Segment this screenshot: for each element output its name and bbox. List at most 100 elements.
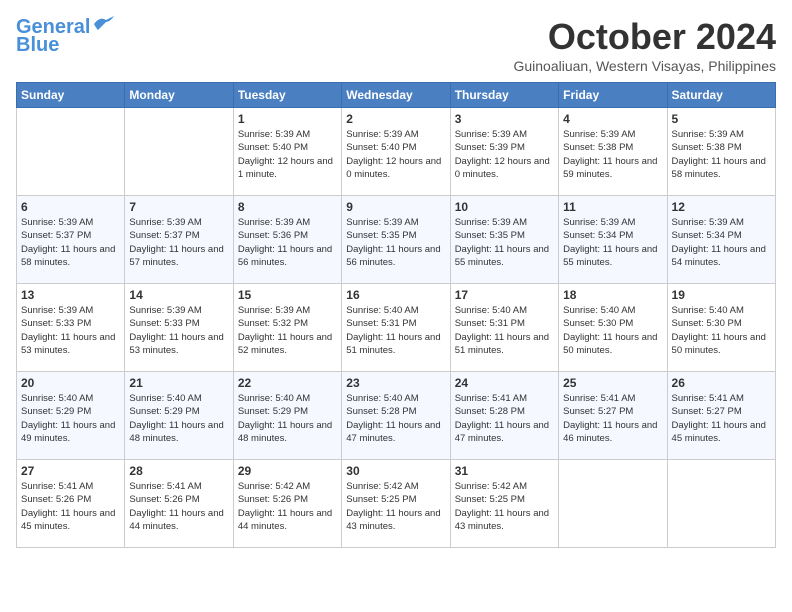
calendar-cell: 15 Sunrise: 5:39 AM Sunset: 5:32 PM Dayli…	[233, 284, 341, 372]
calendar-week-row: 13 Sunrise: 5:39 AM Sunset: 5:33 PM Dayli…	[17, 284, 776, 372]
day-info: Sunrise: 5:39 AM Sunset: 5:32 PM Dayligh…	[238, 304, 337, 357]
day-number: 27	[21, 464, 120, 478]
day-info: Sunrise: 5:40 AM Sunset: 5:31 PM Dayligh…	[346, 304, 445, 357]
calendar-cell: 13 Sunrise: 5:39 AM Sunset: 5:33 PM Dayli…	[17, 284, 125, 372]
day-info: Sunrise: 5:39 AM Sunset: 5:37 PM Dayligh…	[21, 216, 120, 269]
calendar-cell: 25Sunrise: 5:41 AM Sunset: 5:27 PM Dayli…	[559, 372, 667, 460]
calendar-cell: 9 Sunrise: 5:39 AM Sunset: 5:35 PM Daylig…	[342, 196, 450, 284]
day-info: Sunrise: 5:39 AM Sunset: 5:37 PM Dayligh…	[129, 216, 228, 269]
day-info: Sunrise: 5:41 AM Sunset: 5:28 PM Dayligh…	[455, 392, 554, 445]
day-info: Sunrise: 5:39 AM Sunset: 5:33 PM Dayligh…	[129, 304, 228, 357]
day-number: 4	[563, 112, 662, 126]
logo-blue: Blue	[16, 34, 59, 56]
logo-bird-icon	[92, 16, 114, 32]
day-info: Sunrise: 5:40 AM Sunset: 5:28 PM Dayligh…	[346, 392, 445, 445]
day-number: 18	[563, 288, 662, 302]
day-info: Sunrise: 5:41 AM Sunset: 5:26 PM Dayligh…	[129, 480, 228, 533]
title-block: October 2024 Guinoaliuan, Western Visaya…	[513, 16, 776, 74]
day-number: 19	[672, 288, 771, 302]
calendar-cell: 10 Sunrise: 5:39 AM Sunset: 5:35 PM Dayli…	[450, 196, 558, 284]
day-number: 26	[672, 376, 771, 390]
day-number: 28	[129, 464, 228, 478]
day-number: 9	[346, 200, 445, 214]
day-number: 23	[346, 376, 445, 390]
day-number: 21	[129, 376, 228, 390]
day-info: Sunrise: 5:40 AM Sunset: 5:29 PM Dayligh…	[129, 392, 228, 445]
day-info: Sunrise: 5:39 AM Sunset: 5:33 PM Dayligh…	[21, 304, 120, 357]
calendar-cell: 31Sunrise: 5:42 AM Sunset: 5:25 PM Dayli…	[450, 460, 558, 548]
day-number: 31	[455, 464, 554, 478]
calendar-cell: 17Sunrise: 5:40 AM Sunset: 5:31 PM Dayli…	[450, 284, 558, 372]
calendar-cell	[17, 108, 125, 196]
day-info: Sunrise: 5:39 AM Sunset: 5:35 PM Dayligh…	[455, 216, 554, 269]
day-info: Sunrise: 5:41 AM Sunset: 5:26 PM Dayligh…	[21, 480, 120, 533]
day-info: Sunrise: 5:41 AM Sunset: 5:27 PM Dayligh…	[672, 392, 771, 445]
calendar-cell: 16 Sunrise: 5:40 AM Sunset: 5:31 PM Dayli…	[342, 284, 450, 372]
day-number: 15	[238, 288, 337, 302]
day-info: Sunrise: 5:39 AM Sunset: 5:40 PM Dayligh…	[346, 128, 445, 181]
day-number: 22	[238, 376, 337, 390]
calendar-cell: 2Sunrise: 5:39 AM Sunset: 5:40 PM Daylig…	[342, 108, 450, 196]
day-number: 8	[238, 200, 337, 214]
logo: General Blue	[16, 16, 114, 56]
calendar-cell: 21 Sunrise: 5:40 AM Sunset: 5:29 PM Dayli…	[125, 372, 233, 460]
calendar-cell: 19 Sunrise: 5:40 AM Sunset: 5:30 PM Dayli…	[667, 284, 775, 372]
calendar-cell: 29Sunrise: 5:42 AM Sunset: 5:26 PM Dayli…	[233, 460, 341, 548]
calendar-cell: 7 Sunrise: 5:39 AM Sunset: 5:37 PM Daylig…	[125, 196, 233, 284]
day-number: 16	[346, 288, 445, 302]
calendar-header-friday: Friday	[559, 83, 667, 108]
calendar-cell: 6 Sunrise: 5:39 AM Sunset: 5:37 PM Daylig…	[17, 196, 125, 284]
day-info: Sunrise: 5:39 AM Sunset: 5:38 PM Dayligh…	[672, 128, 771, 181]
month-title: October 2024	[513, 16, 776, 58]
day-info: Sunrise: 5:39 AM Sunset: 5:34 PM Dayligh…	[672, 216, 771, 269]
location: Guinoaliuan, Western Visayas, Philippine…	[513, 58, 776, 74]
day-number: 12	[672, 200, 771, 214]
calendar-week-row: 20 Sunrise: 5:40 AM Sunset: 5:29 PM Dayli…	[17, 372, 776, 460]
day-info: Sunrise: 5:40 AM Sunset: 5:30 PM Dayligh…	[563, 304, 662, 357]
day-number: 20	[21, 376, 120, 390]
day-info: Sunrise: 5:40 AM Sunset: 5:30 PM Dayligh…	[672, 304, 771, 357]
calendar-cell: 27 Sunrise: 5:41 AM Sunset: 5:26 PM Dayli…	[17, 460, 125, 548]
day-info: Sunrise: 5:39 AM Sunset: 5:40 PM Dayligh…	[238, 128, 337, 181]
calendar-header-row: SundayMondayTuesdayWednesdayThursdayFrid…	[17, 83, 776, 108]
calendar-cell: 20 Sunrise: 5:40 AM Sunset: 5:29 PM Dayli…	[17, 372, 125, 460]
day-info: Sunrise: 5:40 AM Sunset: 5:29 PM Dayligh…	[238, 392, 337, 445]
day-number: 5	[672, 112, 771, 126]
day-number: 10	[455, 200, 554, 214]
calendar-week-row: 27 Sunrise: 5:41 AM Sunset: 5:26 PM Dayli…	[17, 460, 776, 548]
calendar-week-row: 6 Sunrise: 5:39 AM Sunset: 5:37 PM Daylig…	[17, 196, 776, 284]
day-number: 24	[455, 376, 554, 390]
calendar-cell: 8 Sunrise: 5:39 AM Sunset: 5:36 PM Daylig…	[233, 196, 341, 284]
day-number: 30	[346, 464, 445, 478]
day-number: 3	[455, 112, 554, 126]
day-info: Sunrise: 5:39 AM Sunset: 5:34 PM Dayligh…	[563, 216, 662, 269]
calendar-cell: 4 Sunrise: 5:39 AM Sunset: 5:38 PM Daylig…	[559, 108, 667, 196]
calendar-cell: 11Sunrise: 5:39 AM Sunset: 5:34 PM Dayli…	[559, 196, 667, 284]
calendar-cell: 26 Sunrise: 5:41 AM Sunset: 5:27 PM Dayli…	[667, 372, 775, 460]
calendar-cell: 30Sunrise: 5:42 AM Sunset: 5:25 PM Dayli…	[342, 460, 450, 548]
calendar-cell	[559, 460, 667, 548]
day-info: Sunrise: 5:42 AM Sunset: 5:26 PM Dayligh…	[238, 480, 337, 533]
day-number: 6	[21, 200, 120, 214]
calendar-header-wednesday: Wednesday	[342, 83, 450, 108]
calendar-cell: 28 Sunrise: 5:41 AM Sunset: 5:26 PM Dayli…	[125, 460, 233, 548]
day-info: Sunrise: 5:39 AM Sunset: 5:38 PM Dayligh…	[563, 128, 662, 181]
calendar-cell: 18 Sunrise: 5:40 AM Sunset: 5:30 PM Dayli…	[559, 284, 667, 372]
day-number: 14	[129, 288, 228, 302]
calendar-cell: 24 Sunrise: 5:41 AM Sunset: 5:28 PM Dayli…	[450, 372, 558, 460]
calendar-cell: 1Sunrise: 5:39 AM Sunset: 5:40 PM Daylig…	[233, 108, 341, 196]
calendar-cell: 23 Sunrise: 5:40 AM Sunset: 5:28 PM Dayli…	[342, 372, 450, 460]
calendar-header-tuesday: Tuesday	[233, 83, 341, 108]
calendar-header-monday: Monday	[125, 83, 233, 108]
day-info: Sunrise: 5:39 AM Sunset: 5:35 PM Dayligh…	[346, 216, 445, 269]
day-info: Sunrise: 5:39 AM Sunset: 5:36 PM Dayligh…	[238, 216, 337, 269]
calendar-table: SundayMondayTuesdayWednesdayThursdayFrid…	[16, 82, 776, 548]
day-number: 7	[129, 200, 228, 214]
day-number: 17	[455, 288, 554, 302]
day-info: Sunrise: 5:41 AM Sunset: 5:27 PM Dayligh…	[563, 392, 662, 445]
day-info: Sunrise: 5:40 AM Sunset: 5:29 PM Dayligh…	[21, 392, 120, 445]
day-number: 13	[21, 288, 120, 302]
calendar-week-row: 1Sunrise: 5:39 AM Sunset: 5:40 PM Daylig…	[17, 108, 776, 196]
calendar-cell: 22 Sunrise: 5:40 AM Sunset: 5:29 PM Dayli…	[233, 372, 341, 460]
calendar-cell: 3Sunrise: 5:39 AM Sunset: 5:39 PM Daylig…	[450, 108, 558, 196]
